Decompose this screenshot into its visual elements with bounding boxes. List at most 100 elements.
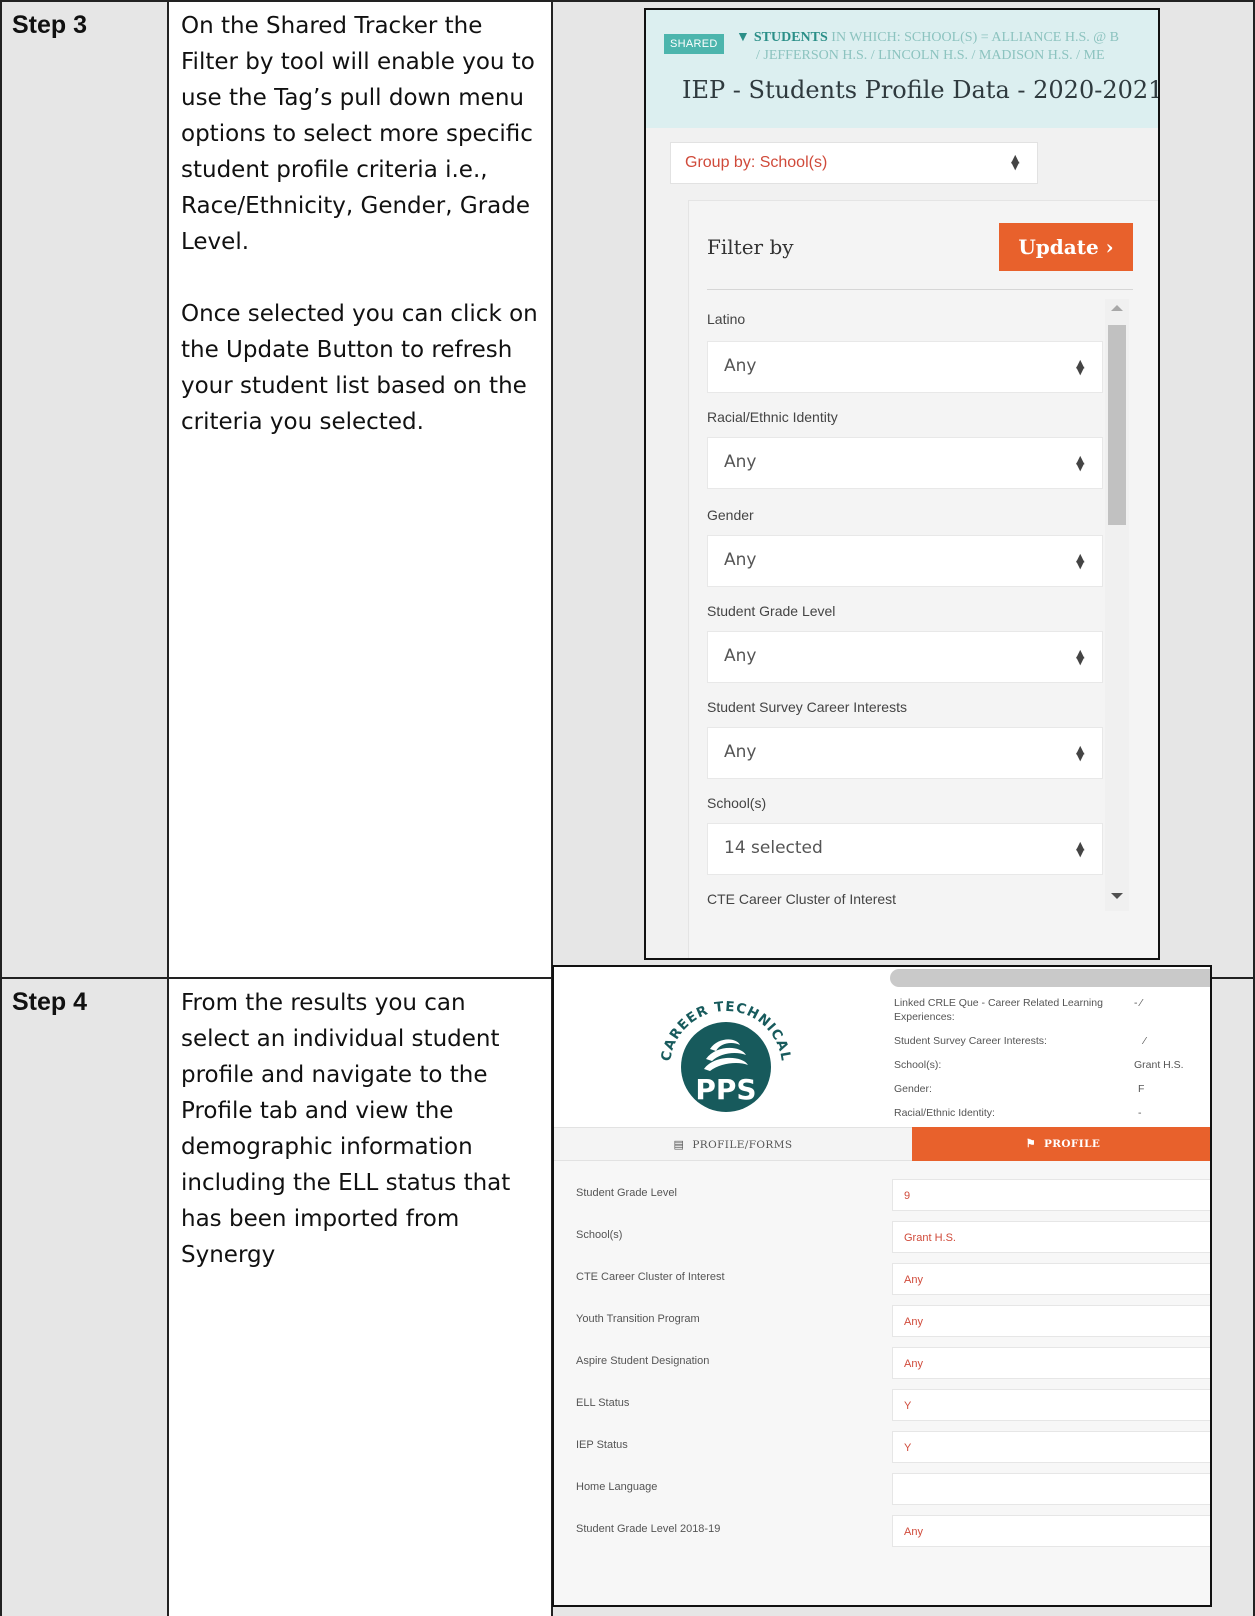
- step-description-cell: From the results you can select an indiv…: [167, 977, 553, 1616]
- field-ell-status[interactable]: Y: [892, 1389, 1210, 1421]
- info-value: - ⁄: [1134, 997, 1143, 1009]
- step-description: From the results you can select an indiv…: [181, 990, 511, 1268]
- step-label: Step 4: [12, 988, 88, 1016]
- step-description: Once selected you can click on the Updat…: [181, 301, 538, 435]
- select-arrows-icon: ▲ ▼: [1076, 743, 1085, 763]
- filter-label-career-interests: Student Survey Career Interests: [707, 699, 907, 715]
- tab-profile[interactable]: ⚑ PROFILE: [912, 1127, 1210, 1161]
- shared-badge: SHARED: [664, 34, 724, 54]
- field-aspire-designation[interactable]: Any: [892, 1347, 1210, 1379]
- filter-scrollbar[interactable]: [1105, 299, 1129, 911]
- field-value: 9: [904, 1190, 911, 1202]
- filter-select-latino[interactable]: Any ▲ ▼: [707, 341, 1103, 393]
- filter-select-schools[interactable]: 14 selected ▲ ▼: [707, 823, 1103, 875]
- tracker-filter-screenshot: SHARED ▼ STUDENTS IN WHICH: SCHOOL(S) = A…: [644, 8, 1160, 960]
- filter-panel-title: Filter by: [707, 235, 794, 259]
- tab-label: PROFILE: [1043, 1138, 1101, 1150]
- select-value: Any: [724, 550, 757, 570]
- field-youth-transition[interactable]: Any: [892, 1305, 1210, 1337]
- info-label: Racial/Ethnic Identity:: [894, 1107, 995, 1119]
- flag-icon: ⚑: [1025, 1137, 1036, 1150]
- info-label: Experiences:: [894, 1011, 955, 1023]
- filter-select-career-interests[interactable]: Any ▲ ▼: [707, 727, 1103, 779]
- filter-keyword: STUDENTS: [753, 30, 828, 45]
- step-description-cell: On the Shared Tracker the Filter by tool…: [167, 0, 553, 979]
- filter-select-racial-ethnic[interactable]: Any ▲ ▼: [707, 437, 1103, 489]
- profile-fields: Student Grade Level 9 School(s) Grant H.…: [554, 1161, 1210, 1605]
- funnel-icon: ▼: [736, 30, 750, 45]
- field-schools[interactable]: Grant H.S.: [892, 1221, 1210, 1253]
- filter-label-schools: School(s): [707, 795, 767, 811]
- group-by-select[interactable]: Group by: School(s) ▲ ▼: [670, 142, 1038, 184]
- student-profile-screenshot: CAREER TECHNICAL EDUCATION PPS Linked CR…: [552, 965, 1212, 1607]
- field-value: Grant H.S.: [904, 1232, 956, 1244]
- filter-select-gender[interactable]: Any ▲ ▼: [707, 535, 1103, 587]
- tracker-title: IEP - Students Profile Data - 2020-2021: [682, 76, 1160, 104]
- field-label: ELL Status: [576, 1397, 630, 1409]
- info-value: Grant H.S.: [1134, 1059, 1184, 1071]
- field-label: CTE Career Cluster of Interest: [576, 1271, 725, 1283]
- tracker-header: SHARED ▼ STUDENTS IN WHICH: SCHOOL(S) = A…: [646, 10, 1158, 128]
- scroll-up-arrow-icon[interactable]: [1111, 305, 1123, 311]
- select-value: Any: [724, 742, 757, 762]
- step-label-cell: Step 4: [0, 977, 169, 1616]
- info-label: Gender:: [894, 1083, 932, 1095]
- profile-header: CAREER TECHNICAL EDUCATION PPS Linked CR…: [554, 967, 1210, 1127]
- select-value: Any: [724, 452, 757, 472]
- filter-criteria-continued: / JEFFERSON H.S. / LINCOLN H.S. / MADISO…: [756, 48, 1105, 63]
- tab-label: PROFILE/FORMS: [692, 1139, 793, 1151]
- step-label-cell: Step 3: [0, 0, 169, 979]
- select-arrows-icon: ▲ ▼: [1076, 357, 1085, 377]
- field-grade-level[interactable]: 9: [892, 1179, 1210, 1211]
- select-arrows-icon: ▲ ▼: [1076, 453, 1085, 473]
- cte-pps-logo: CAREER TECHNICAL EDUCATION PPS: [634, 967, 810, 1123]
- step-label: Step 3: [12, 11, 88, 39]
- select-arrows-icon: ▲ ▼: [1076, 551, 1085, 571]
- step-description: On the Shared Tracker the Filter by tool…: [181, 13, 535, 255]
- group-by-value: Group by: School(s): [685, 154, 828, 171]
- field-label: Youth Transition Program: [576, 1313, 700, 1325]
- field-label: Student Grade Level 2018-19: [576, 1523, 721, 1535]
- filter-label-latino: Latino: [707, 311, 746, 327]
- filter-label-grade-level: Student Grade Level: [707, 603, 836, 619]
- field-value: Any: [904, 1316, 923, 1328]
- scroll-down-arrow-icon[interactable]: [1111, 893, 1123, 899]
- field-home-language[interactable]: [892, 1473, 1210, 1505]
- select-value: Any: [724, 356, 757, 376]
- pps-logo-icon: CAREER TECHNICAL EDUCATION PPS: [634, 967, 793, 1112]
- select-arrows-icon: ▲ ▼: [1011, 152, 1020, 172]
- field-label: School(s): [576, 1229, 623, 1241]
- redacted-student-name: [890, 969, 1210, 987]
- filter-criteria: IN WHICH: SCHOOL(S) = ALLIANCE H.S. @ B: [827, 30, 1119, 45]
- field-iep-status[interactable]: Y: [892, 1431, 1210, 1463]
- field-cte-cluster[interactable]: Any: [892, 1263, 1210, 1295]
- field-grade-level-2018-19[interactable]: Any: [892, 1515, 1210, 1547]
- field-label: Student Grade Level: [576, 1187, 677, 1199]
- info-label: Student Survey Career Interests:: [894, 1035, 1047, 1047]
- tab-profile-forms[interactable]: ▤ PROFILE/FORMS: [554, 1127, 912, 1161]
- logo-text: PPS: [695, 1073, 756, 1106]
- filter-select-grade-level[interactable]: Any ▲ ▼: [707, 631, 1103, 683]
- select-arrows-icon: ▲ ▼: [1076, 839, 1085, 859]
- profile-tabs: ▤ PROFILE/FORMS ⚑ PROFILE: [554, 1127, 1210, 1161]
- info-value: F: [1138, 1083, 1145, 1095]
- select-value: Any: [724, 646, 757, 666]
- divider: [707, 289, 1133, 290]
- field-value: Y: [904, 1400, 912, 1412]
- info-label: School(s):: [894, 1059, 942, 1071]
- info-value: -: [1138, 1107, 1142, 1119]
- info-label: Linked CRLE Que - Career Related Learnin…: [894, 997, 1103, 1009]
- field-value: Y: [904, 1442, 912, 1454]
- select-value: 14 selected: [724, 838, 823, 858]
- update-button[interactable]: Update ›: [999, 223, 1133, 271]
- filter-label-gender: Gender: [707, 507, 754, 523]
- field-label: Home Language: [576, 1481, 658, 1493]
- filter-panel: Filter by Update › Latino Any ▲ ▼ Racial/…: [688, 200, 1158, 958]
- field-value: Any: [904, 1358, 923, 1370]
- field-value: Any: [904, 1274, 923, 1286]
- scroll-thumb[interactable]: [1108, 325, 1126, 525]
- select-arrows-icon: ▲ ▼: [1076, 647, 1085, 667]
- field-label: IEP Status: [576, 1439, 628, 1451]
- filter-label-racial-ethnic: Racial/Ethnic Identity: [707, 409, 838, 425]
- filter-summary: ▼ STUDENTS IN WHICH: SCHOOL(S) = ALLIANCE…: [736, 30, 1119, 46]
